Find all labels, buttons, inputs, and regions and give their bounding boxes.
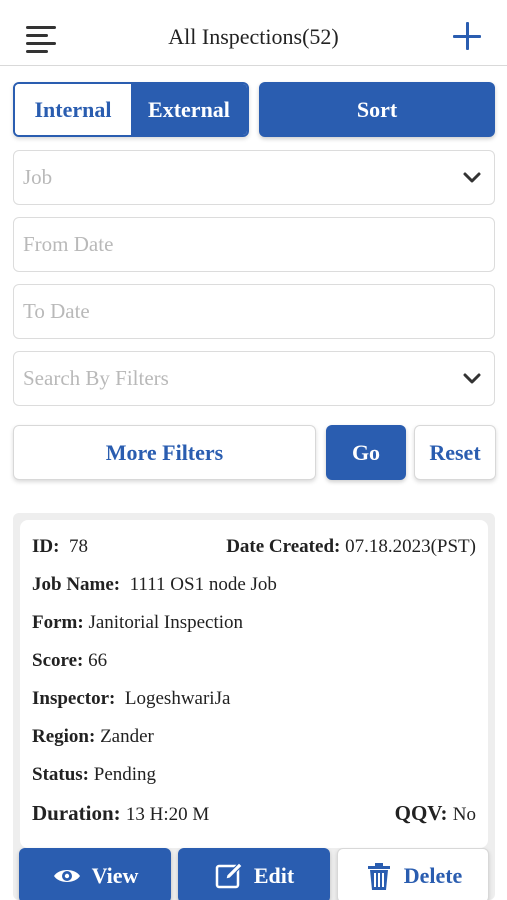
chevron-down-icon (463, 373, 481, 384)
date-created-value: 07.18.2023(PST) (345, 536, 476, 557)
eye-icon (53, 869, 80, 882)
id-value: 78 (68, 536, 88, 557)
trash-icon (367, 862, 390, 890)
job-select[interactable] (13, 150, 495, 205)
reset-button[interactable]: Reset (414, 425, 496, 480)
inspection-card: ID: 78 Date Created: 07.18.2023(PST) Job… (20, 520, 488, 848)
to-date-field[interactable] (13, 284, 495, 339)
row-id-date: ID: 78 Date Created: 07.18.2023(PST) (32, 536, 476, 558)
duration-label: Duration: (32, 801, 121, 825)
go-button[interactable]: Go (326, 425, 406, 480)
row-region: Region: Zander (32, 726, 476, 748)
internal-external-toggle: Internal External (13, 82, 249, 137)
edit-pencil-icon (215, 861, 243, 888)
search-by-filters-input[interactable] (23, 352, 443, 405)
qqv-value: No (452, 804, 476, 825)
internal-tab[interactable]: Internal (15, 84, 131, 135)
inspection-card-container: ID: 78 Date Created: 07.18.2023(PST) Job… (13, 513, 495, 900)
form-value: Janitorial Inspection (88, 612, 244, 633)
duration-value: 13 H:20 M (125, 804, 210, 825)
search-by-filters-select[interactable] (13, 351, 495, 406)
qqv-label: QQV: (394, 801, 448, 825)
status-value: Pending (93, 764, 157, 785)
more-filters-button[interactable]: More Filters (13, 425, 316, 480)
row-form: Form: Janitorial Inspection (32, 612, 476, 634)
sort-button[interactable]: Sort (259, 82, 495, 137)
to-date-input[interactable] (23, 285, 443, 338)
delete-label: Delete (403, 862, 463, 888)
page-title: All Inspections(52) (168, 24, 339, 49)
region-value: Zander (100, 726, 154, 747)
delete-button[interactable]: Delete (337, 848, 489, 900)
inspector-label: Inspector: (32, 688, 116, 709)
add-inspection-plus-icon[interactable] (453, 22, 481, 50)
chevron-down-icon (463, 172, 481, 183)
row-job-name: Job Name: 1111 OS1 node Job (32, 574, 476, 596)
row-status: Status: Pending (32, 764, 476, 786)
job-input[interactable] (23, 151, 443, 204)
id-label: ID: (32, 536, 60, 557)
score-value: 66 (88, 650, 108, 671)
row-duration-qqv: Duration: 13 H:20 M QQV: No (32, 801, 476, 826)
row-inspector: Inspector: LogeshwariJa (32, 688, 476, 710)
external-tab[interactable]: External (131, 84, 247, 135)
app-header: All Inspections(52) (0, 0, 507, 66)
edit-button[interactable]: Edit (178, 848, 330, 900)
edit-label: Edit (253, 862, 295, 888)
job-name-value: 1111 OS1 node Job (129, 574, 277, 595)
job-name-label: Job Name: (32, 574, 121, 595)
from-date-field[interactable] (13, 217, 495, 272)
row-score: Score: 66 (32, 650, 476, 672)
from-date-input[interactable] (23, 218, 443, 271)
qqv: QQV: No (395, 801, 476, 826)
view-label: View (91, 862, 139, 888)
form-label: Form: (32, 612, 84, 633)
inspector-value: LogeshwariJa (124, 688, 231, 709)
region-label: Region: (32, 726, 96, 747)
date-created-label: Date Created: (226, 536, 341, 557)
view-button[interactable]: View (19, 848, 171, 900)
date-created: Date Created: 07.18.2023(PST) (226, 536, 476, 558)
status-label: Status: (32, 764, 90, 785)
score-label: Score: (32, 650, 84, 671)
